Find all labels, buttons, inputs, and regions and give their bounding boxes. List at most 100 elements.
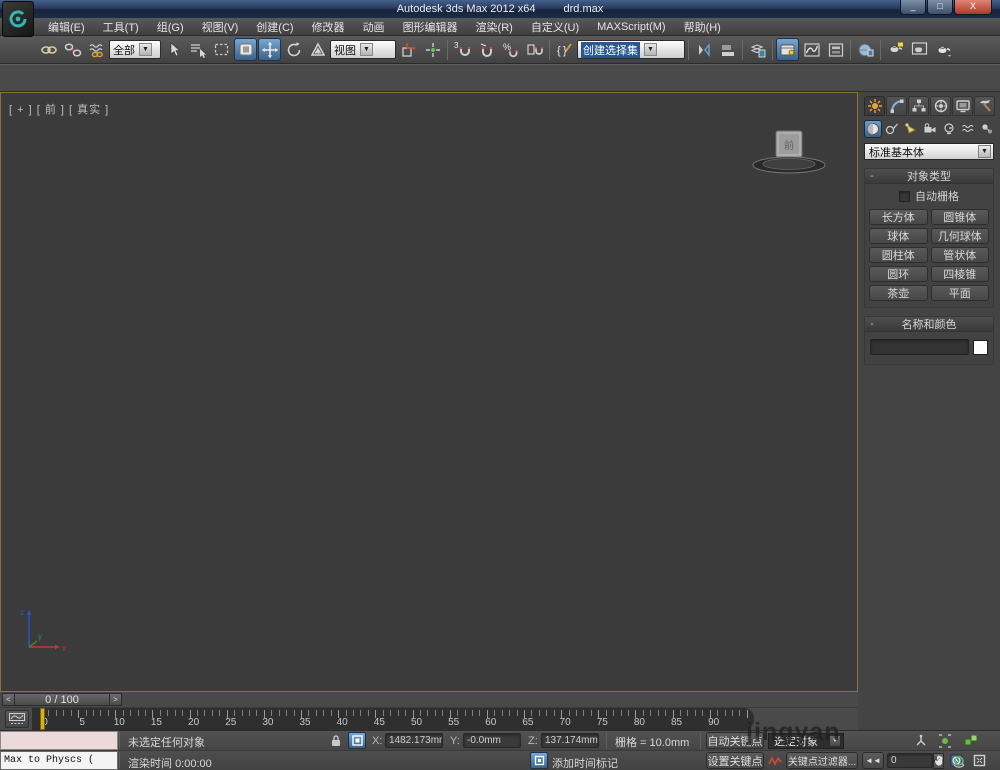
selection-lock-icon[interactable] [327,732,345,749]
layer-manager-icon[interactable] [746,38,769,61]
use-pivot-center-icon[interactable] [397,38,420,61]
time-slider-handle[interactable]: < 0 / 100 > [2,693,122,706]
cylinder-button[interactable]: 圆柱体 [869,247,928,263]
plane-button[interactable]: 平面 [930,285,989,301]
named-selection-sets-dropdown[interactable]: 创建选择集 ▼ [577,40,685,59]
display-tab[interactable] [952,96,973,116]
auto-key-button[interactable]: 自动关键点 [706,732,764,749]
select-by-name-icon[interactable] [186,38,209,61]
spinner-snap-icon[interactable] [523,38,546,61]
y-coord-field[interactable]: -0.0mm [463,733,521,748]
orbit-icon[interactable] [950,752,968,769]
graphite-ribbon-toggle-icon[interactable] [776,38,799,61]
sphere-button[interactable]: 球体 [869,228,928,244]
viewport-label-text[interactable]: [ + ] [ 前 ] [ 真实 ] [9,104,109,116]
snap-toggle-3d-icon[interactable]: 3 [451,38,474,61]
bind-to-spacewarp-icon[interactable] [85,38,108,61]
window-crossing-toggle-icon[interactable] [234,38,257,61]
menu-modifiers[interactable]: 修改器 [304,17,353,37]
name-color-rollout-header[interactable]: - 名称和颜色 [865,317,993,332]
ref-coord-dropdown[interactable]: 视图 ▼ [330,40,396,59]
menu-group[interactable]: 组(G) [149,17,192,37]
viewcube[interactable]: 前 [749,123,829,175]
tube-button[interactable]: 管状体 [930,247,989,263]
3dsmax-logo-icon[interactable] [2,1,34,37]
schematic-view-icon[interactable] [824,38,847,61]
render-setup-icon[interactable] [884,38,907,61]
cone-button[interactable]: 圆锥体 [930,209,989,225]
geometry-subtab[interactable] [864,120,882,138]
key-filters-button[interactable]: 关键点过滤器... [786,752,858,769]
mini-curve-editor-button[interactable] [5,710,29,728]
angle-snap-icon[interactable] [475,38,498,61]
box-button[interactable]: 长方体 [869,209,928,225]
track-bar[interactable]: 0 5 10 15 20 25 30 35 40 45 50 55 60 65 70 75 80 85 90 [0,708,858,730]
zoom-extents-icon[interactable] [912,732,930,749]
primitive-category-dropdown[interactable]: 标准基本体 ▼ [864,143,994,160]
pyramid-button[interactable]: 四棱锥 [930,266,989,282]
utilities-tab[interactable] [974,96,995,116]
unlink-selection-icon[interactable] [61,38,84,61]
zoom-extents-selected-icon[interactable] [936,732,954,749]
menu-graph-editors[interactable]: 图形编辑器 [395,17,466,37]
set-key-button[interactable]: 设置关键点 [706,752,764,769]
x-coord-field[interactable]: 1482.173mm [385,733,443,748]
menu-tools[interactable]: 工具(T) [95,17,147,37]
spacewarps-subtab[interactable] [959,120,977,138]
next-frame-button[interactable]: > [109,693,122,706]
maxscript-mini-listener[interactable] [0,731,118,750]
percent-snap-icon[interactable]: % [499,38,522,61]
key-filters-curve-icon[interactable] [766,752,784,769]
viewport-label[interactable]: [ + ] [ 前 ] [ 真实 ] [9,101,109,117]
helpers-subtab[interactable] [940,120,958,138]
selected-filter-dropdown[interactable]: 选定对象 ▼ [768,733,844,749]
torus-button[interactable]: 圆环 [869,266,928,282]
menu-maxscript[interactable]: MAXScript(M) [589,19,673,35]
z-coord-field[interactable]: 137.174mm [541,733,599,748]
menu-customize[interactable]: 自定义(U) [523,17,587,37]
object-name-input[interactable] [870,339,969,355]
current-frame-marker[interactable] [40,708,45,730]
front-viewport[interactable]: [ + ] [ 前 ] [ 真实 ] 前 x y z [0,92,858,692]
rect-selection-region-icon[interactable] [210,38,233,61]
time-slider-track[interactable]: < 0 / 100 > [0,692,858,708]
menu-animation[interactable]: 动画 [355,17,393,37]
title-bar[interactable]: Autodesk 3ds Max 2012 x64 drd.max [0,0,1000,18]
object-type-rollout-header[interactable]: - 对象类型 [865,169,993,184]
menu-help[interactable]: 帮助(H) [676,17,729,37]
autogrid-checkbox[interactable] [899,190,910,202]
close-button[interactable]: X [954,0,992,15]
selection-filter-dropdown[interactable]: 全部 ▼ [109,40,161,59]
align-icon[interactable] [716,38,739,61]
edit-named-selections-icon[interactable]: {} [553,38,576,61]
select-scale-icon[interactable] [306,38,329,61]
geosphere-button[interactable]: 几何球体 [930,228,989,244]
menu-create[interactable]: 创建(C) [248,17,301,37]
material-editor-icon[interactable] [854,38,877,61]
minimize-button[interactable]: _ [900,0,926,15]
rendered-frame-window-icon[interactable] [908,38,931,61]
select-and-link-icon[interactable] [37,38,60,61]
shapes-subtab[interactable] [883,120,901,138]
cameras-subtab[interactable] [921,120,939,138]
maxscript-listener-button[interactable]: Max to Physcs ( [0,751,118,770]
maximize-viewport-toggle-icon[interactable] [970,752,988,769]
add-time-tag-label[interactable]: 添加时间标记 [552,755,618,770]
systems-subtab[interactable] [978,120,996,138]
object-color-swatch[interactable] [973,339,988,355]
previous-frame-button[interactable]: < [2,693,15,706]
lights-subtab[interactable] [902,120,920,138]
zoom-extents-all-icon[interactable] [962,732,980,749]
teapot-button[interactable]: 茶壶 [869,285,928,301]
menu-edit[interactable]: 编辑(E) [40,17,93,37]
hierarchy-tab[interactable] [908,96,929,116]
render-production-icon[interactable] [932,38,955,61]
menu-views[interactable]: 视图(V) [194,17,247,37]
go-to-start-button[interactable]: ◄◄ [862,752,884,769]
motion-tab[interactable] [930,96,951,116]
absolute-mode-toggle-icon[interactable] [348,732,366,749]
select-manipulate-icon[interactable] [421,38,444,61]
time-tag-icon[interactable] [530,752,548,769]
select-rotate-icon[interactable] [282,38,305,61]
modify-tab[interactable] [886,96,907,116]
